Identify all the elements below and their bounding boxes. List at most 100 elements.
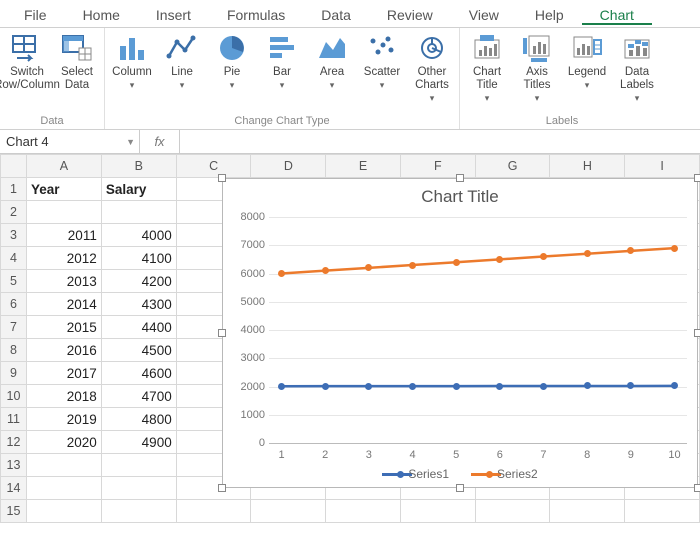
data-point[interactable] bbox=[322, 383, 329, 390]
select-data-button[interactable]: SelectData bbox=[52, 30, 102, 94]
resize-handle-bm[interactable] bbox=[456, 484, 464, 492]
cell-B9[interactable]: 4600 bbox=[101, 362, 176, 385]
data-point[interactable] bbox=[584, 250, 591, 257]
row-header-9[interactable]: 9 bbox=[1, 362, 27, 385]
cell-B2[interactable] bbox=[101, 201, 176, 224]
col-header-G[interactable]: G bbox=[475, 155, 550, 178]
cell-D15[interactable] bbox=[251, 500, 326, 523]
col-header-B[interactable]: B bbox=[101, 155, 176, 178]
cell-B15[interactable] bbox=[101, 500, 176, 523]
cell-A1[interactable]: Year bbox=[26, 178, 101, 201]
row-header-13[interactable]: 13 bbox=[1, 454, 27, 477]
cell-B11[interactable]: 4800 bbox=[101, 408, 176, 431]
col-header-I[interactable]: I bbox=[625, 155, 700, 178]
row-header-14[interactable]: 14 bbox=[1, 477, 27, 500]
menu-review[interactable]: Review bbox=[369, 3, 451, 25]
cell-A4[interactable]: 2012 bbox=[26, 247, 101, 270]
embedded-chart[interactable]: Chart Title 0100020003000400050006000700… bbox=[222, 178, 698, 488]
menu-home[interactable]: Home bbox=[65, 3, 138, 25]
legend-button[interactable]: Legend▾ bbox=[562, 30, 612, 102]
ct-column-button[interactable]: Column▾ bbox=[107, 30, 157, 102]
cell-A8[interactable]: 2016 bbox=[26, 339, 101, 362]
cell-I15[interactable] bbox=[625, 500, 700, 523]
cell-A9[interactable]: 2017 bbox=[26, 362, 101, 385]
menu-view[interactable]: View bbox=[451, 3, 517, 25]
cell-B4[interactable]: 4100 bbox=[101, 247, 176, 270]
ct-area-button[interactable]: Area▾ bbox=[307, 30, 357, 102]
cell-A10[interactable]: 2018 bbox=[26, 385, 101, 408]
row-header-6[interactable]: 6 bbox=[1, 293, 27, 316]
ct-other-button[interactable]: OtherCharts▾ bbox=[407, 30, 457, 102]
row-header-8[interactable]: 8 bbox=[1, 339, 27, 362]
data-point[interactable] bbox=[540, 253, 547, 260]
cell-A15[interactable] bbox=[26, 500, 101, 523]
cell-G15[interactable] bbox=[475, 500, 550, 523]
cell-B6[interactable]: 4300 bbox=[101, 293, 176, 316]
cell-A2[interactable] bbox=[26, 201, 101, 224]
data-point[interactable] bbox=[496, 383, 503, 390]
cell-B1[interactable]: Salary bbox=[101, 178, 176, 201]
resize-handle-ml[interactable] bbox=[218, 329, 226, 337]
data-point[interactable] bbox=[627, 247, 634, 254]
cell-A6[interactable]: 2014 bbox=[26, 293, 101, 316]
data-point[interactable] bbox=[540, 383, 547, 390]
col-header-D[interactable]: D bbox=[251, 155, 326, 178]
menu-help[interactable]: Help bbox=[517, 3, 582, 25]
cell-H15[interactable] bbox=[550, 500, 625, 523]
menu-data[interactable]: Data bbox=[303, 3, 369, 25]
data-point[interactable] bbox=[453, 259, 460, 266]
row-header-1[interactable]: 1 bbox=[1, 178, 27, 201]
data-point[interactable] bbox=[365, 264, 372, 271]
data-point[interactable] bbox=[278, 270, 285, 277]
col-header-C[interactable]: C bbox=[176, 155, 251, 178]
cell-E15[interactable] bbox=[326, 500, 401, 523]
data-point[interactable] bbox=[671, 245, 678, 252]
data-point[interactable] bbox=[278, 383, 285, 390]
data-point[interactable] bbox=[409, 262, 416, 269]
axis-titles-button[interactable]: AxisTitles▾ bbox=[512, 30, 562, 102]
resize-handle-mr[interactable] bbox=[694, 329, 700, 337]
menu-file[interactable]: File bbox=[6, 3, 65, 25]
data-point[interactable] bbox=[671, 382, 678, 389]
cell-A3[interactable]: 2011 bbox=[26, 224, 101, 247]
chart-legend[interactable]: Series1Series2 bbox=[223, 467, 697, 481]
cell-B8[interactable]: 4500 bbox=[101, 339, 176, 362]
data-point[interactable] bbox=[584, 382, 591, 389]
col-header-A[interactable]: A bbox=[26, 155, 101, 178]
cell-B3[interactable]: 4000 bbox=[101, 224, 176, 247]
data-point[interactable] bbox=[409, 383, 416, 390]
resize-handle-tr[interactable] bbox=[694, 174, 700, 182]
cell-B5[interactable]: 4200 bbox=[101, 270, 176, 293]
data-point[interactable] bbox=[627, 382, 634, 389]
ct-bar-button[interactable]: Bar▾ bbox=[257, 30, 307, 102]
plot-area[interactable]: 0100020003000400050006000700080001234567… bbox=[269, 217, 687, 443]
data-point[interactable] bbox=[365, 383, 372, 390]
row-header-7[interactable]: 7 bbox=[1, 316, 27, 339]
ct-pie-button[interactable]: Pie▾ bbox=[207, 30, 257, 102]
cell-B7[interactable]: 4400 bbox=[101, 316, 176, 339]
select-all-corner[interactable] bbox=[1, 155, 27, 178]
col-header-H[interactable]: H bbox=[550, 155, 625, 178]
cell-A11[interactable]: 2019 bbox=[26, 408, 101, 431]
row-header-2[interactable]: 2 bbox=[1, 201, 27, 224]
cell-F15[interactable] bbox=[400, 500, 475, 523]
row-header-12[interactable]: 12 bbox=[1, 431, 27, 454]
cell-A7[interactable]: 2015 bbox=[26, 316, 101, 339]
chart-title[interactable]: Chart Title bbox=[223, 179, 697, 211]
resize-handle-tl[interactable] bbox=[218, 174, 226, 182]
row-header-4[interactable]: 4 bbox=[1, 247, 27, 270]
name-box[interactable]: Chart 4 ▼ bbox=[0, 130, 140, 153]
cell-B14[interactable] bbox=[101, 477, 176, 500]
data-point[interactable] bbox=[322, 267, 329, 274]
data-point[interactable] bbox=[496, 256, 503, 263]
row-header-11[interactable]: 11 bbox=[1, 408, 27, 431]
col-header-E[interactable]: E bbox=[326, 155, 401, 178]
switch-row-col-button[interactable]: SwitchRow/Column bbox=[2, 30, 52, 94]
row-header-5[interactable]: 5 bbox=[1, 270, 27, 293]
ct-scatter-button[interactable]: Scatter▾ bbox=[357, 30, 407, 102]
cell-A13[interactable] bbox=[26, 454, 101, 477]
resize-handle-tm[interactable] bbox=[456, 174, 464, 182]
chart-title-button[interactable]: ChartTitle▾ bbox=[462, 30, 512, 102]
menu-insert[interactable]: Insert bbox=[138, 3, 209, 25]
fx-icon[interactable]: fx bbox=[140, 130, 180, 153]
